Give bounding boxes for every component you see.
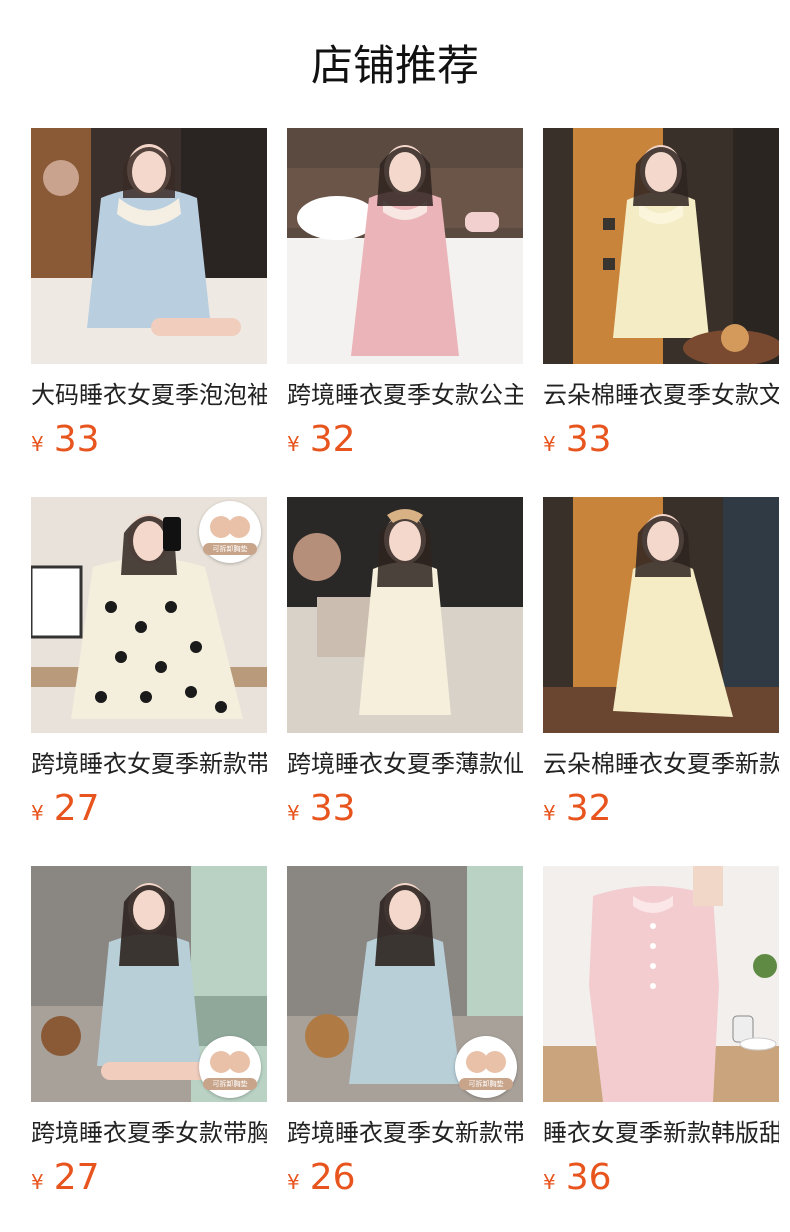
- product-price: ¥36: [543, 1156, 779, 1200]
- product-name[interactable]: 云朵棉睡衣女夏季新款: [543, 747, 779, 781]
- product-name[interactable]: 大码睡衣女夏季泡泡袖: [31, 378, 267, 412]
- product-image[interactable]: 可拆卸胸垫: [31, 866, 267, 1102]
- product-card[interactable]: 跨境睡衣女夏季薄款仙 ¥33: [287, 497, 523, 866]
- product-price: ¥33: [31, 418, 267, 462]
- price-value: 27: [53, 788, 100, 829]
- product-photo: [543, 497, 779, 733]
- price-value: 33: [53, 419, 100, 460]
- product-card[interactable]: 可拆卸胸垫 跨境睡衣夏季女新款带 ¥26: [287, 866, 523, 1232]
- product-card[interactable]: 云朵棉睡衣女夏季新款 ¥32: [543, 497, 779, 866]
- price-value: 27: [53, 1157, 100, 1198]
- currency-symbol: ¥: [31, 1170, 44, 1194]
- product-photo: [287, 497, 523, 733]
- product-image[interactable]: 可拆卸胸垫: [31, 497, 267, 733]
- currency-symbol: ¥: [543, 1170, 556, 1194]
- product-name[interactable]: 跨境睡衣女夏季薄款仙: [287, 747, 523, 781]
- product-price: ¥27: [31, 787, 267, 831]
- product-image[interactable]: 可拆卸胸垫: [287, 866, 523, 1102]
- currency-symbol: ¥: [287, 1170, 300, 1194]
- product-price: ¥32: [287, 418, 523, 462]
- product-image[interactable]: [543, 866, 779, 1102]
- price-value: 32: [309, 419, 356, 460]
- product-image[interactable]: [287, 497, 523, 733]
- chest-pad-badge-icon: 可拆卸胸垫: [455, 1036, 517, 1098]
- product-name[interactable]: 跨境睡衣夏季女款带胸: [31, 1116, 267, 1150]
- product-price: ¥33: [287, 787, 523, 831]
- product-price: ¥33: [543, 418, 779, 462]
- product-photo: [543, 128, 779, 364]
- product-name[interactable]: 云朵棉睡衣夏季女款文: [543, 378, 779, 412]
- product-price: ¥26: [287, 1156, 523, 1200]
- product-photo: [287, 128, 523, 364]
- product-price: ¥32: [543, 787, 779, 831]
- product-card[interactable]: 可拆卸胸垫 跨境睡衣女夏季新款带 ¥27: [31, 497, 267, 866]
- currency-symbol: ¥: [287, 432, 300, 456]
- product-grid: 大码睡衣女夏季泡泡袖 ¥33 跨境睡衣夏季女款公主 ¥32 云朵棉睡衣夏季女款文…: [31, 128, 779, 1232]
- chest-pad-badge-icon: 可拆卸胸垫: [199, 1036, 261, 1098]
- product-card[interactable]: 可拆卸胸垫 跨境睡衣夏季女款带胸 ¥27: [31, 866, 267, 1232]
- price-value: 26: [309, 1157, 356, 1198]
- product-card[interactable]: 大码睡衣女夏季泡泡袖 ¥33: [31, 128, 267, 497]
- price-value: 36: [565, 1157, 612, 1198]
- currency-symbol: ¥: [543, 432, 556, 456]
- product-name[interactable]: 跨境睡衣女夏季新款带: [31, 747, 267, 781]
- chest-pad-badge-icon: 可拆卸胸垫: [199, 501, 261, 563]
- product-name[interactable]: 睡衣女夏季新款韩版甜: [543, 1116, 779, 1150]
- product-name[interactable]: 跨境睡衣夏季女款公主: [287, 378, 523, 412]
- product-photo: [31, 128, 267, 364]
- currency-symbol: ¥: [31, 801, 44, 825]
- product-card[interactable]: 跨境睡衣夏季女款公主 ¥32: [287, 128, 523, 497]
- price-value: 33: [565, 419, 612, 460]
- product-price: ¥27: [31, 1156, 267, 1200]
- product-image[interactable]: [543, 497, 779, 733]
- price-value: 33: [309, 788, 356, 829]
- product-card[interactable]: 睡衣女夏季新款韩版甜 ¥36: [543, 866, 779, 1232]
- price-value: 32: [565, 788, 612, 829]
- currency-symbol: ¥: [287, 801, 300, 825]
- product-image[interactable]: [543, 128, 779, 364]
- product-card[interactable]: 云朵棉睡衣夏季女款文 ¥33: [543, 128, 779, 497]
- currency-symbol: ¥: [543, 801, 556, 825]
- product-name[interactable]: 跨境睡衣夏季女新款带: [287, 1116, 523, 1150]
- currency-symbol: ¥: [31, 432, 44, 456]
- page-title: 店铺推荐: [310, 41, 479, 90]
- product-photo: [543, 866, 779, 1102]
- product-image[interactable]: [31, 128, 267, 364]
- product-image[interactable]: [287, 128, 523, 364]
